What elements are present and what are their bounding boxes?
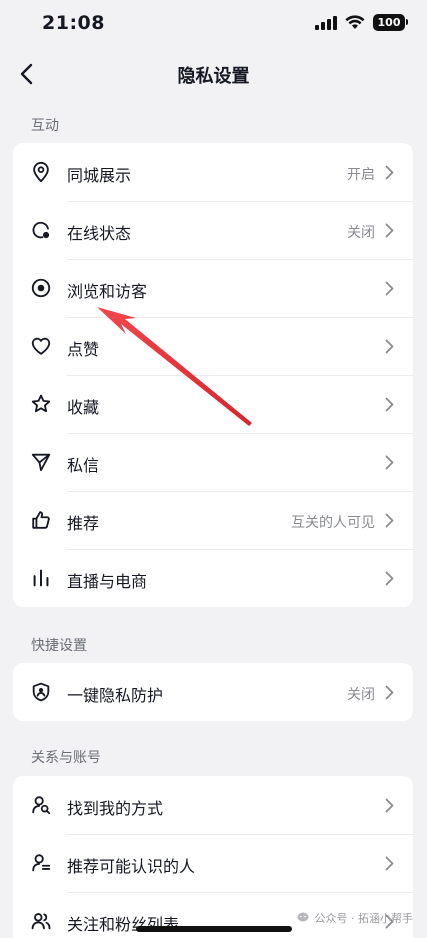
status-time: 21:08 [42, 12, 105, 34]
interaction-settings-card: 同城展示 开启 在线状态 关闭 浏览和访客 点赞 收藏 私信 推荐 互关的人可见… [13, 143, 413, 607]
wifi-icon [345, 15, 365, 29]
setting-label: 收藏 [67, 398, 100, 417]
battery-indicator: 100 [373, 14, 408, 31]
followers-icon [29, 909, 53, 933]
status-bar: 21:08 100 [0, 0, 427, 50]
setting-label: 找到我的方式 [67, 799, 164, 818]
chevron-right-icon [381, 395, 397, 413]
chevron-right-icon [381, 511, 397, 529]
setting-value: 关闭 [347, 225, 375, 241]
setting-value: 开启 [347, 167, 375, 183]
status-icons: 100 [315, 14, 408, 31]
eye-icon [29, 276, 53, 300]
setting-row-nearby-display[interactable]: 同城展示 开启 [13, 143, 413, 201]
online-status-icon [29, 218, 53, 242]
quick-settings-card: 一键隐私防护 关闭 [13, 663, 413, 721]
chevron-right-icon [381, 221, 397, 239]
setting-label: 推荐可能认识的人 [67, 857, 196, 876]
cellular-signal-icon [315, 15, 337, 30]
setting-label: 同城展示 [67, 166, 132, 185]
setting-row-suggest-people[interactable]: 推荐可能认识的人 [13, 834, 413, 892]
privacy-shield-icon [29, 680, 53, 704]
setting-row-direct-messages[interactable]: 私信 [13, 433, 413, 491]
chevron-right-icon [381, 453, 397, 471]
battery-level: 100 [377, 16, 401, 29]
watermark-text: 公众号 · 拓涵小帮手 [314, 912, 414, 925]
setting-label: 浏览和访客 [67, 282, 148, 301]
setting-row-favorites[interactable]: 收藏 [13, 375, 413, 433]
nav-bar: 隐私设置 [0, 52, 427, 96]
setting-label: 推荐 [67, 514, 100, 533]
setting-value: 互关的人可见 [291, 515, 375, 531]
setting-value: 关闭 [347, 687, 375, 703]
section-header-relations-account: 关系与账号 [31, 750, 101, 766]
live-bars-icon [29, 566, 53, 590]
setting-label: 一键隐私防护 [67, 686, 164, 705]
setting-label: 直播与电商 [67, 572, 148, 591]
setting-label: 在线状态 [67, 224, 132, 243]
chevron-right-icon [381, 337, 397, 355]
page-title: 隐私设置 [177, 66, 250, 87]
setting-row-one-tap-privacy[interactable]: 一键隐私防护 关闭 [13, 663, 413, 721]
setting-row-views-visitors[interactable]: 浏览和访客 [13, 259, 413, 317]
section-header-quick-settings: 快捷设置 [31, 638, 87, 654]
chevron-right-icon [381, 796, 397, 814]
setting-row-live-ecommerce[interactable]: 直播与电商 [13, 549, 413, 607]
setting-row-likes[interactable]: 点赞 [13, 317, 413, 375]
setting-row-recommend[interactable]: 推荐 互关的人可见 [13, 491, 413, 549]
chevron-right-icon [381, 854, 397, 872]
star-icon [29, 392, 53, 416]
setting-label: 点赞 [67, 340, 100, 359]
heart-icon [29, 334, 53, 358]
chevron-right-icon [381, 683, 397, 701]
setting-label: 私信 [67, 456, 100, 475]
home-indicator [136, 926, 292, 932]
location-pin-icon [29, 160, 53, 184]
chevron-right-icon [381, 569, 397, 587]
chevron-right-icon [381, 279, 397, 297]
thumbs-up-icon [29, 508, 53, 532]
watermark: 公众号 · 拓涵小帮手 [297, 910, 414, 926]
setting-row-online-status[interactable]: 在线状态 关闭 [13, 201, 413, 259]
find-me-icon [29, 793, 53, 817]
setting-row-find-me[interactable]: 找到我的方式 [13, 776, 413, 834]
section-header-interaction: 互动 [31, 118, 59, 134]
chevron-right-icon [381, 163, 397, 181]
suggest-people-icon [29, 851, 53, 875]
wechat-official-icon [297, 912, 308, 922]
send-icon [29, 450, 53, 474]
